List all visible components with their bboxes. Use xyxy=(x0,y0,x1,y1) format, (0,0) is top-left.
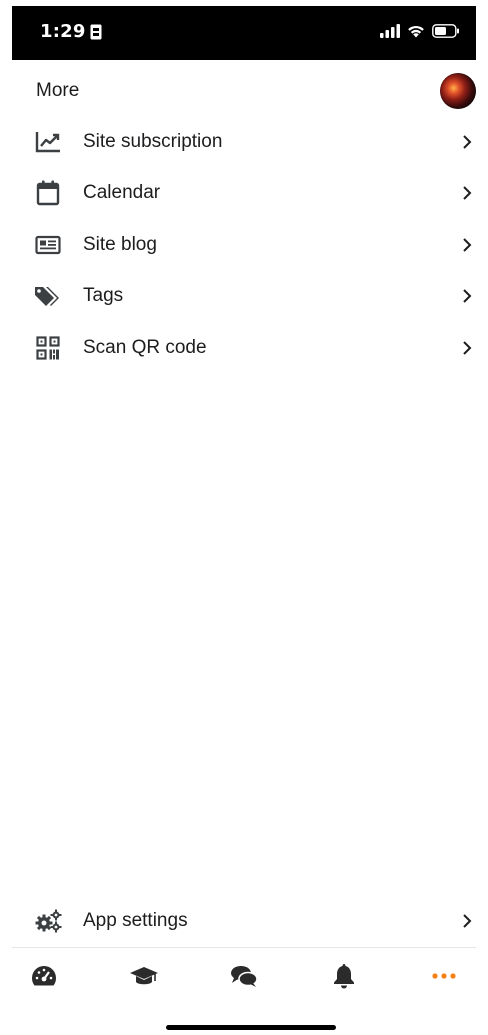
page-title: More xyxy=(36,80,80,101)
chevron-right-icon xyxy=(463,289,472,303)
status-time: 1:29 xyxy=(40,21,86,42)
tab-bar xyxy=(12,947,476,1004)
chevron-right-icon xyxy=(463,914,472,928)
menu-item-label: Site blog xyxy=(83,233,157,255)
avatar[interactable] xyxy=(440,73,476,109)
menu-item-tags[interactable]: Tags xyxy=(12,271,476,323)
menu-item-calendar[interactable]: Calendar xyxy=(12,168,476,220)
chevron-right-icon xyxy=(463,186,472,200)
more-icon xyxy=(432,973,456,979)
menu-item-site-blog[interactable]: Site blog xyxy=(12,219,476,271)
dashboard-icon xyxy=(31,966,57,986)
menu-item-site-subscription[interactable]: Site subscription xyxy=(12,116,476,168)
wifi-icon xyxy=(408,25,424,38)
newspaper-icon xyxy=(34,231,62,259)
bell-icon xyxy=(334,964,354,989)
tags-icon xyxy=(34,282,62,310)
app-settings-label: App settings xyxy=(83,910,188,931)
graduation-cap-icon xyxy=(130,967,158,985)
battery-icon xyxy=(432,24,459,38)
menu-item-label: Calendar xyxy=(83,182,161,204)
more-menu: Site subscription Calendar Site blog Tag… xyxy=(12,116,476,374)
menu-item-label: Scan QR code xyxy=(83,336,207,358)
tab-more[interactable] xyxy=(424,956,464,996)
status-bar: 1:29 xyxy=(12,6,476,60)
chevron-right-icon xyxy=(463,341,472,355)
qrcode-icon xyxy=(34,334,62,362)
chevron-right-icon xyxy=(463,238,472,252)
menu-item-label: Tags xyxy=(83,285,124,307)
menu-item-label: Site subscription xyxy=(83,130,223,152)
home-indicator[interactable] xyxy=(166,1025,336,1030)
tab-dashboard[interactable] xyxy=(24,956,64,996)
menu-item-scan-qr-code[interactable]: Scan QR code xyxy=(12,322,476,374)
tab-my-courses[interactable] xyxy=(124,956,164,996)
tab-messages[interactable] xyxy=(224,956,264,996)
comments-icon xyxy=(231,966,258,987)
menu-item-app-settings[interactable]: App settings xyxy=(12,895,476,947)
cogs-icon xyxy=(34,907,62,935)
status-indicators xyxy=(380,24,460,38)
chart-line-icon xyxy=(34,128,62,156)
chevron-right-icon xyxy=(463,135,472,149)
sim-card-icon xyxy=(90,24,102,40)
cellular-signal-icon xyxy=(380,24,400,38)
tab-notifications[interactable] xyxy=(324,956,364,996)
calendar-icon xyxy=(34,179,62,207)
header: More xyxy=(12,60,476,116)
